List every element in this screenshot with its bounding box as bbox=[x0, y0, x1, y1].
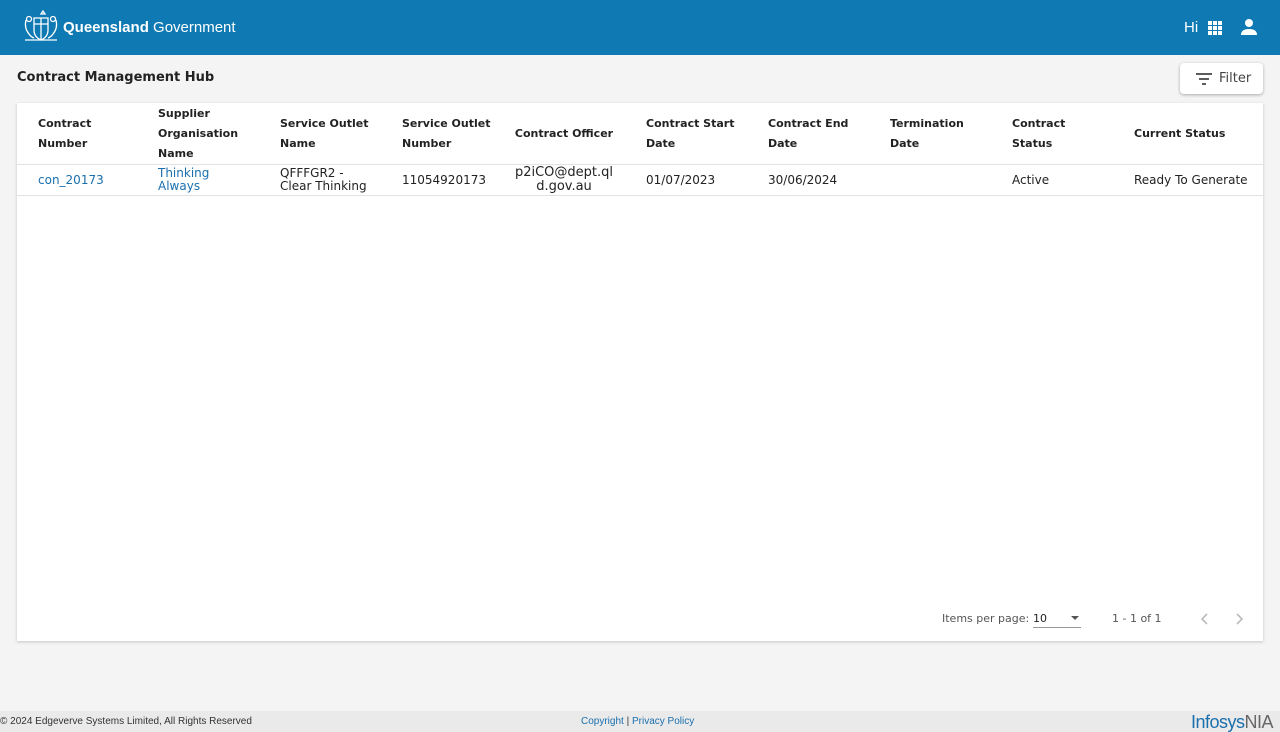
end-date-cell: 30/06/2024 bbox=[747, 164, 869, 196]
column-header-current-status[interactable]: Current Status bbox=[1113, 103, 1263, 165]
column-header-outlet-name[interactable]: Service Outlet Name bbox=[259, 103, 381, 165]
items-per-page-select[interactable]: 10 bbox=[1033, 609, 1081, 628]
page-range-label: 1 - 1 of 1 bbox=[1112, 612, 1162, 625]
filter-icon bbox=[1196, 73, 1212, 85]
dropdown-arrow-icon bbox=[1071, 616, 1079, 620]
previous-page-button[interactable] bbox=[1195, 609, 1215, 629]
contracts-table-card: Contract Number Supplier Organisation Na… bbox=[17, 103, 1263, 641]
footer-separator: | bbox=[626, 716, 630, 727]
infosys-logo-text: Infosys bbox=[1191, 712, 1245, 732]
outlet-name-cell: QFFFGR2 - Clear Thinking bbox=[259, 164, 381, 196]
page-title: Contract Management Hub bbox=[17, 70, 215, 85]
filter-button[interactable]: Filter bbox=[1180, 63, 1263, 94]
termination-date-cell bbox=[869, 164, 991, 196]
column-header-contract-number[interactable]: Contract Number bbox=[17, 103, 137, 165]
contract-status-cell: Active bbox=[991, 164, 1113, 196]
contract-officer-cell: p2iCO@dept.qld.gov.au bbox=[503, 164, 625, 196]
nia-logo-text: NIA bbox=[1244, 712, 1274, 732]
chevron-left-icon bbox=[1200, 613, 1208, 625]
infosys-nia-logo: InfosysNIA bbox=[1191, 712, 1274, 732]
column-header-end-date[interactable]: Contract End Date bbox=[747, 103, 869, 165]
user-account-icon[interactable] bbox=[1240, 18, 1258, 36]
paginator: Items per page: 10 1 - 1 of 1 bbox=[17, 603, 1263, 633]
brand-name-light: Government bbox=[153, 19, 236, 36]
brand-name-bold: Queensland bbox=[63, 19, 149, 36]
queensland-coat-of-arms-icon bbox=[24, 10, 58, 41]
contract-number-link[interactable]: con_20173 bbox=[38, 173, 104, 187]
contracts-table: Contract Number Supplier Organisation Na… bbox=[17, 103, 1263, 196]
table-header-row: Contract Number Supplier Organisation Na… bbox=[17, 103, 1263, 165]
footer: © 2024 Edgeverve Systems Limited, All Ri… bbox=[0, 711, 1280, 732]
footer-links: Copyright | Privacy Policy bbox=[581, 716, 694, 727]
supplier-link[interactable]: Thinking Always bbox=[158, 166, 209, 193]
table-row: con_20173 Thinking Always QFFFGR2 - Clea… bbox=[17, 164, 1263, 196]
chevron-right-icon bbox=[1236, 613, 1244, 625]
column-header-contract-officer[interactable]: Contract Officer bbox=[503, 103, 625, 165]
items-per-page-label: Items per page: bbox=[942, 612, 1030, 625]
next-page-button[interactable] bbox=[1229, 609, 1249, 629]
brand-name: Queensland Government bbox=[63, 18, 236, 38]
column-header-termination-date[interactable]: Termination Date bbox=[869, 103, 991, 165]
column-header-outlet-number[interactable]: Service Outlet Number bbox=[381, 103, 503, 165]
column-header-supplier[interactable]: Supplier Organisation Name bbox=[137, 103, 259, 165]
outlet-number-cell: 11054920173 bbox=[381, 164, 503, 196]
start-date-cell: 01/07/2023 bbox=[625, 164, 747, 196]
items-per-page-value: 10 bbox=[1033, 612, 1047, 625]
column-header-contract-status[interactable]: Contract Status bbox=[991, 103, 1113, 165]
current-status-cell: Ready To Generate bbox=[1113, 164, 1263, 196]
top-app-bar: Queensland Government Hi bbox=[0, 0, 1280, 55]
copyright-link[interactable]: Copyright bbox=[581, 716, 624, 727]
contract-officer-email: p2iCO@dept.qld.gov.au bbox=[514, 165, 614, 194]
filter-button-label: Filter bbox=[1219, 71, 1252, 86]
footer-copyright: © 2024 Edgeverve Systems Limited, All Ri… bbox=[0, 716, 252, 727]
apps-grid-icon[interactable] bbox=[1207, 20, 1223, 36]
privacy-policy-link[interactable]: Privacy Policy bbox=[632, 716, 694, 727]
user-greeting: Hi bbox=[1184, 19, 1199, 36]
column-header-start-date[interactable]: Contract Start Date bbox=[625, 103, 747, 165]
